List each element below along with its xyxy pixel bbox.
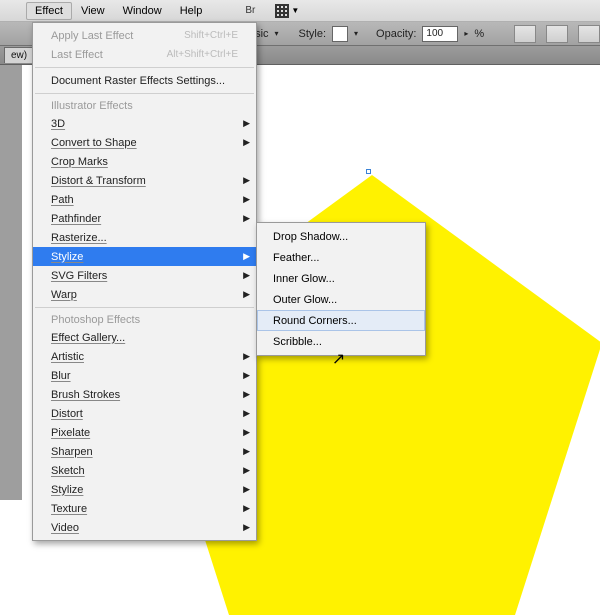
menu-item-rasterize-[interactable]: Rasterize... <box>33 228 256 247</box>
style-label: Style: <box>299 28 327 40</box>
menu-document-raster-settings[interactable]: Document Raster Effects Settings... <box>33 71 256 90</box>
menu-item-sketch[interactable]: Sketch▶ <box>33 461 256 480</box>
menu-window[interactable]: Window <box>114 2 171 20</box>
menu-item-video[interactable]: Video▶ <box>33 518 256 537</box>
menu-separator <box>35 307 254 308</box>
menu-separator <box>35 93 254 94</box>
menu-item-path[interactable]: Path▶ <box>33 190 256 209</box>
menu-item-pathfinder[interactable]: Pathfinder▶ <box>33 209 256 228</box>
menu-item-sharpen[interactable]: Sharpen▶ <box>33 442 256 461</box>
opacity-label: Opacity: <box>376 28 416 40</box>
menu-item-blur[interactable]: Blur▶ <box>33 366 256 385</box>
submenu-item-scribble-[interactable]: Scribble... <box>257 331 425 352</box>
menu-item-3d[interactable]: 3D▶ <box>33 114 256 133</box>
menu-item-brush-strokes[interactable]: Brush Strokes▶ <box>33 385 256 404</box>
menu-item-convert-to-shape[interactable]: Convert to Shape▶ <box>33 133 256 152</box>
menu-view[interactable]: View <box>72 2 114 20</box>
toolbar-button-2[interactable] <box>546 25 568 43</box>
menu-item-stylize[interactable]: Stylize▶ <box>33 480 256 499</box>
menu-item-pixelate[interactable]: Pixelate▶ <box>33 423 256 442</box>
percent-label: % <box>474 28 484 40</box>
menu-item-crop-marks[interactable]: Crop Marks <box>33 152 256 171</box>
submenu-item-outer-glow-[interactable]: Outer Glow... <box>257 289 425 310</box>
opacity-input[interactable]: 100 <box>422 26 458 42</box>
menu-header-photoshop: Photoshop Effects <box>33 311 256 328</box>
menu-item-effect-gallery-[interactable]: Effect Gallery... <box>33 328 256 347</box>
menubar: Effect View Window Help Br ▼ <box>0 0 600 22</box>
menu-item-stylize[interactable]: Stylize▶ <box>33 247 256 266</box>
submenu-item-feather-[interactable]: Feather... <box>257 247 425 268</box>
arrange-documents-icon[interactable] <box>275 4 289 18</box>
toolbar-button-1[interactable] <box>514 25 536 43</box>
submenu-item-drop-shadow-[interactable]: Drop Shadow... <box>257 226 425 247</box>
arrange-documents-dropdown-icon[interactable]: ▼ <box>291 6 299 15</box>
menu-item-distort[interactable]: Distort▶ <box>33 404 256 423</box>
menu-separator <box>35 67 254 68</box>
menu-item-texture[interactable]: Texture▶ <box>33 499 256 518</box>
toolbar-button-3[interactable] <box>578 25 600 43</box>
effect-menu-dropdown: Apply Last EffectShift+Ctrl+E Last Effec… <box>32 22 257 541</box>
menu-apply-last-effect: Apply Last EffectShift+Ctrl+E <box>33 26 256 45</box>
submenu-item-inner-glow-[interactable]: Inner Glow... <box>257 268 425 289</box>
menu-help[interactable]: Help <box>171 2 212 20</box>
stylize-submenu: Drop Shadow...Feather...Inner Glow...Out… <box>256 222 426 356</box>
menu-item-distort-transform[interactable]: Distort & Transform▶ <box>33 171 256 190</box>
selection-handle[interactable] <box>366 169 371 174</box>
style-swatch[interactable] <box>332 26 348 42</box>
brush-dropdown-icon[interactable]: ▾ <box>275 29 279 38</box>
opacity-dropdown-icon[interactable]: ▸ <box>464 29 468 38</box>
menu-header-illustrator: Illustrator Effects <box>33 97 256 114</box>
menu-item-artistic[interactable]: Artistic▶ <box>33 347 256 366</box>
menu-item-warp[interactable]: Warp▶ <box>33 285 256 304</box>
bridge-button[interactable]: Br <box>241 3 259 18</box>
menu-last-effect: Last EffectAlt+Shift+Ctrl+E <box>33 45 256 64</box>
submenu-item-round-corners-[interactable]: Round Corners... <box>257 310 425 331</box>
menu-effect[interactable]: Effect <box>26 2 72 20</box>
style-dropdown-icon[interactable]: ▾ <box>354 29 358 38</box>
left-panel-shadow <box>0 65 22 500</box>
menu-item-svg-filters[interactable]: SVG Filters▶ <box>33 266 256 285</box>
document-tab[interactable]: ew) <box>4 47 34 63</box>
